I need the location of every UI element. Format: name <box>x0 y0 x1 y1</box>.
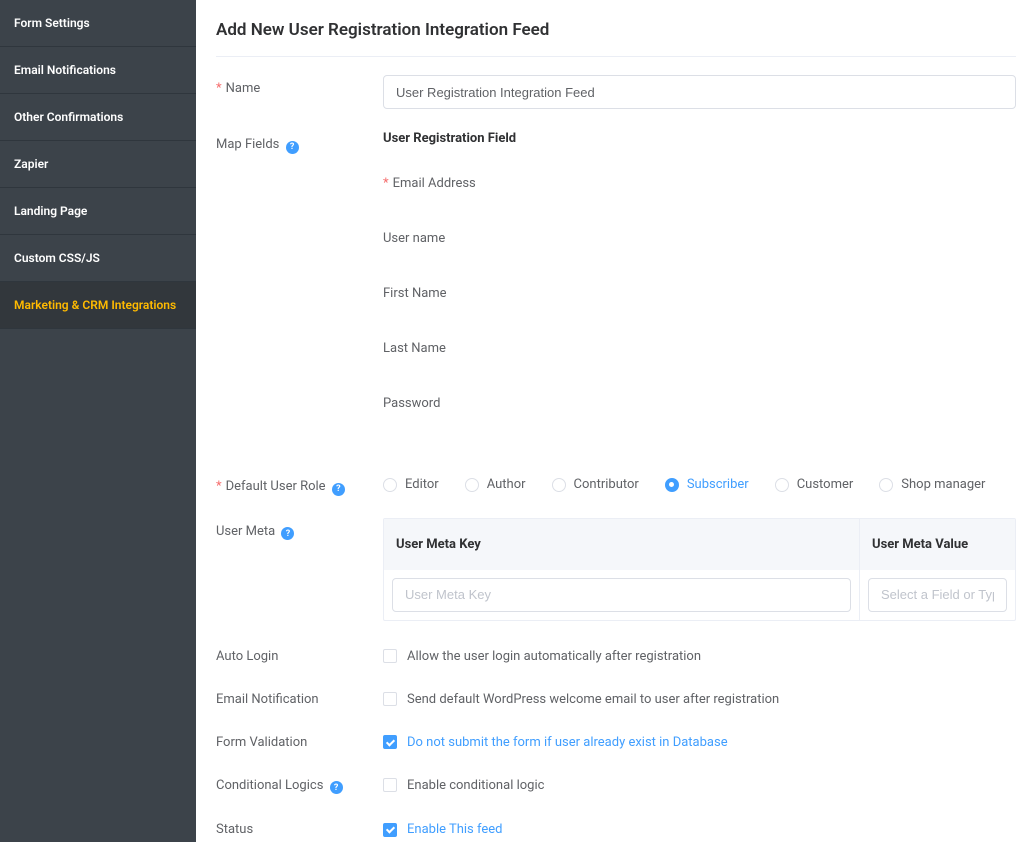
info-icon[interactable]: ? <box>286 141 299 154</box>
row-default-role: *Default User Role ? Editor Author Contr… <box>216 473 1016 496</box>
user-meta-table: User Meta Key User Meta Value <box>383 518 1016 621</box>
label-conditional: Conditional Logics ? <box>216 772 383 795</box>
field-email: *Email Address <box>383 176 1016 191</box>
radio-author[interactable]: Author <box>465 477 526 492</box>
info-icon[interactable]: ? <box>330 781 343 794</box>
checkbox-form-validation[interactable] <box>383 735 397 749</box>
checkbox-label-email-notif: Send default WordPress welcome email to … <box>407 692 779 707</box>
main-content: Add New User Registration Integration Fe… <box>196 0 1016 842</box>
row-name: *Name <box>216 75 1016 109</box>
info-icon[interactable]: ? <box>332 483 345 496</box>
sidebar-item-marketing-crm[interactable]: Marketing & CRM Integrations <box>0 282 196 329</box>
meta-header-val: User Meta Value <box>860 519 1015 570</box>
sidebar-item-custom-css-js[interactable]: Custom CSS/JS <box>0 235 196 282</box>
radio-contributor[interactable]: Contributor <box>552 477 639 492</box>
sidebar-item-form-settings[interactable]: Form Settings <box>0 0 196 47</box>
meta-key-input[interactable] <box>392 578 851 612</box>
checkbox-auto-login[interactable] <box>383 649 397 663</box>
label-form-validation: Form Validation <box>216 729 383 750</box>
label-email-notif: Email Notification <box>216 686 383 707</box>
row-email-notif: Email Notification Send default WordPres… <box>216 686 1016 707</box>
checkbox-label-status: Enable This feed <box>407 822 502 837</box>
checkbox-label-conditional: Enable conditional logic <box>407 778 544 793</box>
label-user-meta: User Meta ? <box>216 518 383 621</box>
row-map-fields: Map Fields ? User Registration Field *Em… <box>216 131 1016 451</box>
row-conditional: Conditional Logics ? Enable conditional … <box>216 772 1016 795</box>
row-form-validation: Form Validation Do not submit the form i… <box>216 729 1016 750</box>
sidebar-item-other-confirmations[interactable]: Other Confirmations <box>0 94 196 141</box>
name-input[interactable] <box>383 75 1016 109</box>
checkbox-status[interactable] <box>383 823 397 837</box>
radio-customer[interactable]: Customer <box>775 477 854 492</box>
row-auto-login: Auto Login Allow the user login automati… <box>216 643 1016 664</box>
field-username: User name <box>383 231 1016 246</box>
map-fields-heading: User Registration Field <box>383 131 1016 146</box>
row-user-meta: User Meta ? User Meta Key User Meta Valu… <box>216 518 1016 621</box>
row-status: Status Enable This feed Please note that… <box>216 816 1016 842</box>
field-password: Password <box>383 396 1016 411</box>
radio-editor[interactable]: Editor <box>383 477 439 492</box>
checkbox-label-auto-login: Allow the user login automatically after… <box>407 649 701 664</box>
sidebar-item-landing-page[interactable]: Landing Page <box>0 188 196 235</box>
role-radio-group: Editor Author Contributor Subscriber Cus… <box>383 473 1016 492</box>
info-icon[interactable]: ? <box>281 527 294 540</box>
meta-val-input[interactable] <box>868 578 1007 612</box>
label-name: *Name <box>216 75 383 109</box>
label-map-fields: Map Fields ? <box>216 131 383 451</box>
sidebar: Form Settings Email Notifications Other … <box>0 0 196 842</box>
meta-header-key: User Meta Key <box>384 519 860 570</box>
checkbox-conditional[interactable] <box>383 778 397 792</box>
sidebar-item-zapier[interactable]: Zapier <box>0 141 196 188</box>
sidebar-item-email-notifications[interactable]: Email Notifications <box>0 47 196 94</box>
field-firstname: First Name <box>383 286 1016 301</box>
field-lastname: Last Name <box>383 341 1016 356</box>
label-auto-login: Auto Login <box>216 643 383 664</box>
label-default-role: *Default User Role ? <box>216 473 383 496</box>
label-status: Status <box>216 816 383 842</box>
radio-subscriber[interactable]: Subscriber <box>665 477 749 492</box>
radio-shopmanager[interactable]: Shop manager <box>879 477 985 492</box>
checkbox-email-notif[interactable] <box>383 692 397 706</box>
checkbox-label-form-validation: Do not submit the form if user already e… <box>407 735 728 750</box>
page-title: Add New User Registration Integration Fe… <box>216 20 1016 57</box>
